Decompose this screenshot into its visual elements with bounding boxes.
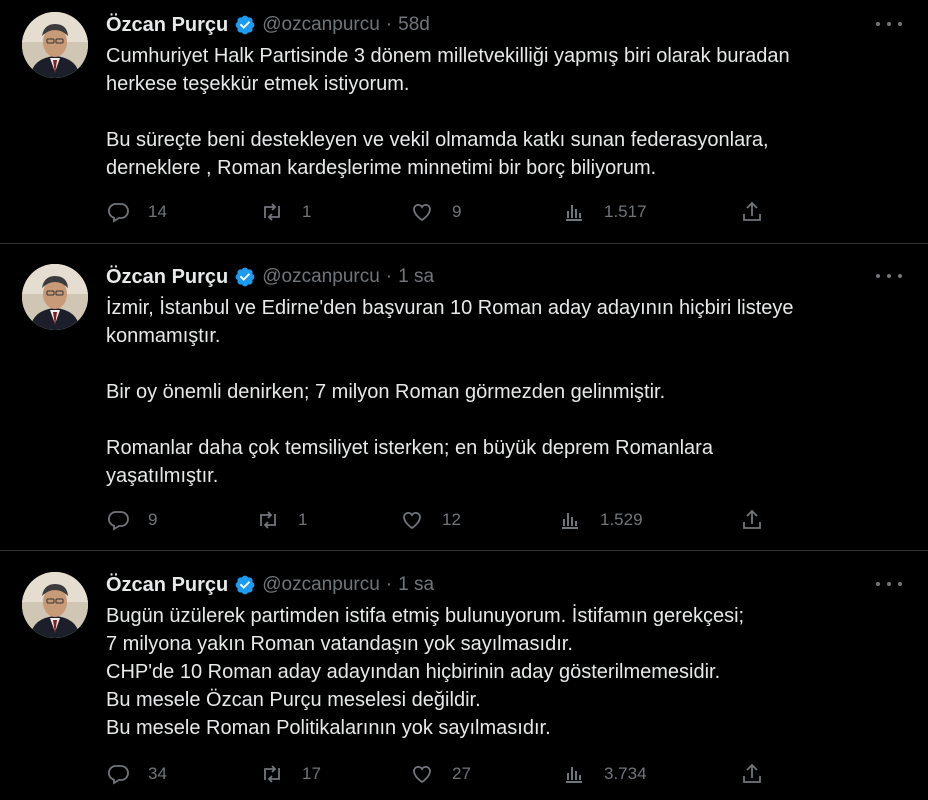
tweet[interactable]: Özcan Purçu @ozcanpurcu · 1 sa İzmir, İs… [0, 252, 928, 550]
author-name[interactable]: Özcan Purçu [106, 574, 228, 597]
tweet-divider [0, 550, 928, 551]
retweet-icon [260, 511, 276, 529]
like-icon [413, 765, 431, 784]
more-icon[interactable] [876, 14, 902, 34]
views-button[interactable]: 1.529 [558, 506, 643, 534]
views-icon [566, 205, 582, 221]
author-handle[interactable]: @ozcanpurcu [262, 266, 380, 288]
views-count: 1.529 [600, 510, 643, 529]
retweet-button[interactable]: 17 [260, 760, 321, 788]
tweet-text: İzmir, İstanbul ve Edirne'den başvuran 1… [106, 294, 896, 490]
reply-count: 9 [148, 510, 158, 529]
retweet-button[interactable]: 1 [256, 506, 307, 534]
tweet-text: Bugün üzülerek partimden istifa etmiş bu… [106, 602, 896, 742]
like-button[interactable]: 27 [410, 760, 471, 788]
views-button[interactable]: 3.734 [562, 760, 647, 788]
tweet-line: Cumhuriyet Halk Partisinde 3 dönem mille… [106, 45, 790, 67]
retweet-count: 17 [302, 764, 321, 783]
share-icon [743, 509, 761, 529]
share-icon [743, 201, 761, 221]
reply-count: 14 [148, 202, 167, 221]
author-name[interactable]: Özcan Purçu [106, 266, 228, 289]
retweet-count: 1 [298, 510, 308, 529]
tweet-timestamp[interactable]: 1 sa [398, 266, 434, 288]
like-icon [403, 511, 421, 530]
tweet-line: Bu mesele Özcan Purçu meselesi değildir. [106, 689, 481, 711]
retweet-count: 1 [302, 202, 312, 221]
like-count: 12 [442, 510, 461, 529]
reply-icon [107, 765, 129, 785]
share-icon [743, 763, 761, 783]
separator-dot: · [385, 574, 393, 595]
tweet[interactable]: Özcan Purçu @ozcanpurcu · 58d Cumhuriyet… [0, 0, 928, 243]
like-button[interactable]: 9 [410, 198, 461, 226]
views-icon [566, 767, 582, 783]
separator-dot: · [385, 14, 393, 35]
avatar[interactable] [22, 264, 88, 330]
author-handle[interactable]: @ozcanpurcu [262, 574, 380, 596]
avatar[interactable] [22, 572, 88, 638]
reply-icon [107, 203, 129, 223]
tweet-line: 7 milyona yakın Roman vatandaşın yok say… [106, 633, 573, 655]
verified-badge-icon [235, 575, 255, 595]
tweet-line: Bugün üzülerek partimden istifa etmiş bu… [106, 605, 745, 627]
reply-icon [107, 511, 129, 531]
tweet-text: Cumhuriyet Halk Partisinde 3 dönem mille… [106, 42, 896, 182]
share-button[interactable] [740, 760, 764, 788]
tweet-line: konmamıştır. [106, 325, 221, 347]
tweet[interactable]: Özcan Purçu @ozcanpurcu · 1 sa Bugün üzü… [0, 560, 928, 800]
tweet-line: derneklere , Roman kardeşlerime minnetim… [106, 157, 657, 179]
views-icon [562, 513, 578, 529]
like-button[interactable]: 12 [400, 506, 461, 534]
separator-dot: · [385, 266, 393, 287]
tweet-actions: 34 17 27 3.734 [106, 760, 766, 788]
tweet-line: İzmir, İstanbul ve Edirne'den başvuran 1… [106, 297, 794, 319]
retweet-button[interactable]: 1 [260, 198, 311, 226]
tweet-timestamp[interactable]: 58d [398, 14, 430, 36]
avatar[interactable] [22, 12, 88, 78]
verified-badge-icon [235, 267, 255, 287]
tweet-line: Bu süreçte beni destekleyen ve vekil olm… [106, 129, 769, 151]
reply-button[interactable]: 9 [106, 506, 157, 534]
tweet-line: Romanlar daha çok temsiliyet isterken; e… [106, 437, 713, 459]
reply-count: 34 [148, 764, 167, 783]
author-name[interactable]: Özcan Purçu [106, 14, 228, 37]
tweet-divider [0, 243, 928, 244]
more-icon[interactable] [876, 574, 902, 594]
views-button[interactable]: 1.517 [562, 198, 647, 226]
author-handle[interactable]: @ozcanpurcu [262, 14, 380, 36]
retweet-icon [264, 203, 280, 221]
like-count: 27 [452, 764, 471, 783]
like-count: 9 [452, 202, 462, 221]
like-icon [413, 203, 431, 222]
reply-button[interactable]: 14 [106, 198, 167, 226]
share-button[interactable] [740, 198, 764, 226]
more-icon[interactable] [876, 266, 902, 286]
tweet-actions: 9 1 12 1.529 [106, 506, 766, 534]
verified-badge-icon [235, 15, 255, 35]
reply-button[interactable]: 34 [106, 760, 167, 788]
tweet-timestamp[interactable]: 1 sa [398, 574, 434, 596]
tweet-line: Bir oy önemli denirken; 7 milyon Roman g… [106, 381, 666, 403]
retweet-icon [264, 765, 280, 783]
views-count: 1.517 [604, 202, 647, 221]
views-count: 3.734 [604, 764, 647, 783]
tweet-line: CHP'de 10 Roman aday adayından hiçbirini… [106, 661, 721, 683]
tweet-line: Bu mesele Roman Politikalarının yok sayı… [106, 717, 551, 739]
share-button[interactable] [740, 506, 764, 534]
tweet-actions: 14 1 9 1.517 [106, 198, 766, 226]
tweet-line: herkese teşekkür etmek istiyorum. [106, 73, 410, 95]
tweet-line: yaşatılmıştır. [106, 465, 219, 487]
